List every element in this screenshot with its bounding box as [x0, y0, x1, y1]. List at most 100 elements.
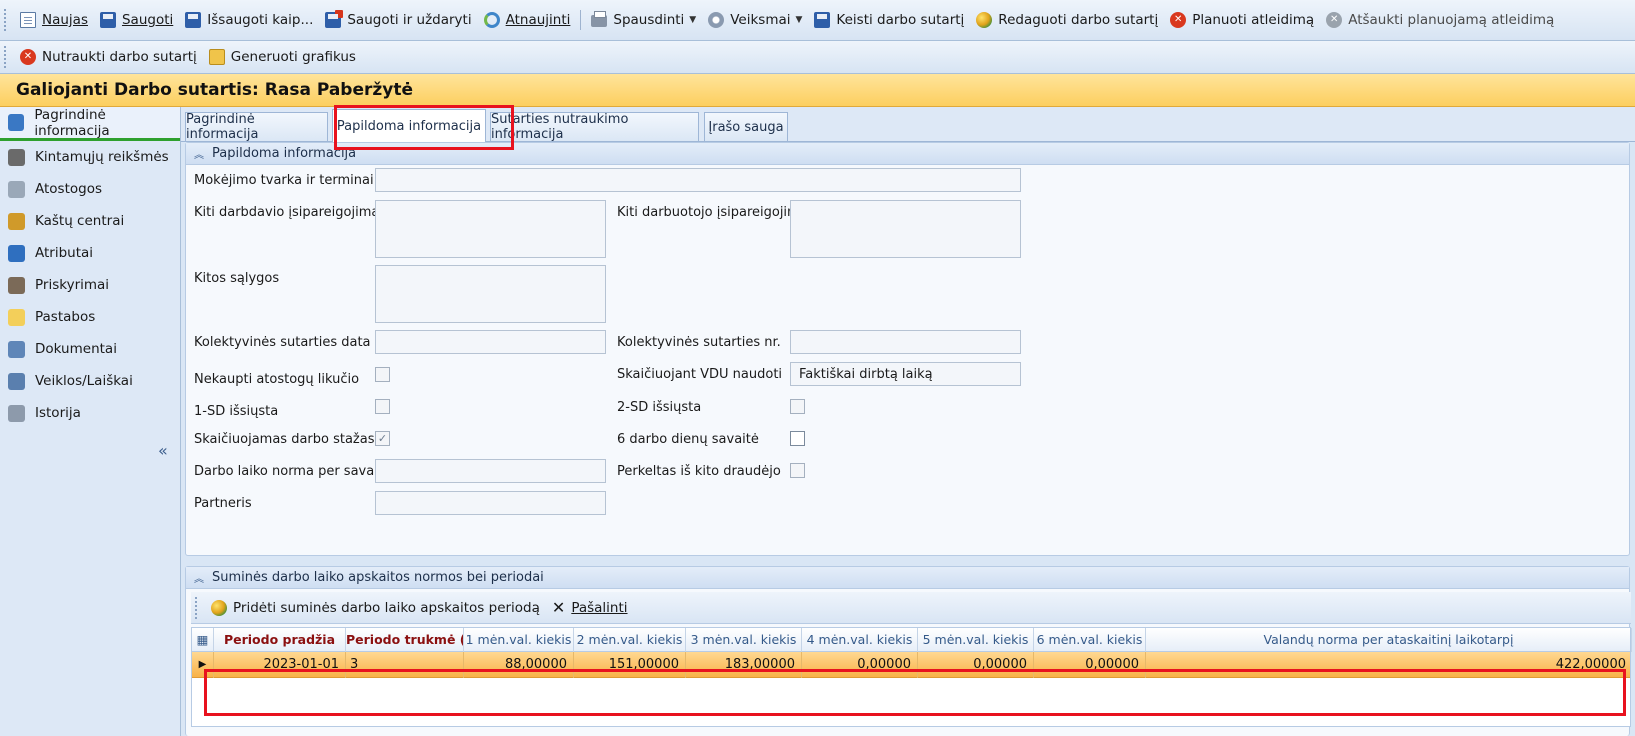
sidebar-item-cost-centers[interactable]: Kaštų centrai: [0, 205, 180, 237]
toolbar-grip[interactable]: [4, 46, 8, 68]
seniority-checkbox[interactable]: ✓: [375, 431, 390, 446]
collective-nr-label: Kolektyvinės sutarties nr.: [617, 335, 781, 350]
weekly-norm-label: Darbo laiko norma per savaitę: [194, 464, 391, 479]
column-header[interactable]: 5 mėn.val. kiekis: [918, 628, 1034, 652]
edit-contract-icon: [976, 12, 993, 28]
remove-period-button[interactable]: ✕ Pašalinti: [546, 594, 634, 622]
column-header[interactable]: 4 mėn.val. kiekis: [802, 628, 918, 652]
column-header[interactable]: 1 mėn.val. kiekis: [464, 628, 574, 652]
edit-contract-button[interactable]: Redaguoti darbo sutartį: [970, 6, 1164, 34]
table-cell[interactable]: 0,00000: [802, 652, 918, 678]
sidebar-item-label: Kaštų centrai: [35, 213, 125, 229]
table-cell[interactable]: 2023-01-01: [214, 652, 346, 678]
employee-obligations-input[interactable]: [790, 200, 1021, 258]
employer-obligations-input[interactable]: [375, 200, 606, 258]
sidebar-item-attributes[interactable]: Atributai: [0, 237, 180, 269]
table-cell[interactable]: 183,00000: [686, 652, 802, 678]
table-cell[interactable]: 0,00000: [918, 652, 1034, 678]
column-header[interactable]: 2 mėn.val. kiekis: [574, 628, 686, 652]
group-header[interactable]: ︽ Papildoma informacija: [186, 143, 1629, 165]
sidebar-item-activities-letters[interactable]: Veiklos/Laiškai: [0, 365, 180, 397]
group-header[interactable]: ︽ Suminės darbo laiko apskaitos normos be…: [186, 567, 1629, 589]
new-document-icon: [20, 12, 36, 28]
change-contract-icon: [814, 12, 831, 28]
notes-icon: [8, 308, 25, 326]
table-cell[interactable]: 3: [346, 652, 464, 678]
column-header[interactable]: 3 mėn.val. kiekis: [686, 628, 802, 652]
generate-schedules-button[interactable]: Generuoti grafikus: [203, 43, 362, 71]
table-cell[interactable]: 88,00000: [464, 652, 574, 678]
partner-input[interactable]: [375, 491, 606, 515]
table-cell[interactable]: 422,00000: [1146, 652, 1632, 678]
add-period-icon: [211, 599, 227, 616]
save-as-button[interactable]: Išsaugoti kaip...: [179, 6, 319, 34]
table-cell[interactable]: 151,00000: [574, 652, 686, 678]
table-row[interactable]: ▶ 2023-01-01 3 88,00000 151,00000 183,00…: [192, 652, 1630, 678]
save-button[interactable]: Saugoti: [94, 6, 179, 34]
sidebar-item-main-info[interactable]: Pagrindinė informacija: [0, 107, 180, 141]
transferred-checkbox[interactable]: [790, 463, 805, 478]
add-period-button[interactable]: Pridėti suminės darbo laiko apskaitos pe…: [205, 594, 546, 622]
column-header[interactable]: Periodo pradžia: [214, 628, 346, 652]
sidebar-item-vacations[interactable]: Atostogos: [0, 173, 180, 205]
column-header[interactable]: 6 mėn.val. kiekis: [1034, 628, 1146, 652]
sd1-sent-checkbox[interactable]: [375, 399, 390, 414]
save-close-icon: [325, 10, 344, 28]
main-info-icon: [8, 114, 25, 131]
sidebar-item-label: Dokumentai: [35, 341, 117, 357]
new-button[interactable]: Naujas: [14, 6, 94, 34]
collapse-sidebar-button[interactable]: «: [158, 441, 168, 460]
tab-additional-info[interactable]: Papildoma informacija: [332, 109, 486, 142]
refresh-button[interactable]: Atnaujinti: [478, 6, 577, 34]
weekly-norm-input[interactable]: [375, 459, 606, 483]
collective-nr-input[interactable]: [790, 330, 1021, 354]
sidebar-item-variable-values[interactable]: Kintamųjų reikšmės: [0, 141, 180, 173]
grid-header: ▦ Periodo pradžia Periodo trukmė ( 1 mėn…: [192, 628, 1632, 652]
actions-button[interactable]: Veiksmai ▼: [702, 6, 808, 34]
change-contract-button[interactable]: Keisti darbo sutartį: [808, 6, 970, 34]
column-header[interactable]: Periodo trukmė (: [346, 628, 464, 652]
page-title: Galiojanti Darbo sutartis: Rasa Paberžyt…: [16, 80, 414, 100]
documents-icon: [8, 340, 25, 358]
main-toolbar: Naujas Saugoti Išsaugoti kaip... Saugoti…: [0, 0, 1635, 41]
payment-order-input[interactable]: [375, 168, 1021, 192]
six-day-week-checkbox[interactable]: [790, 431, 805, 446]
sidebar-item-label: Kintamųjų reikšmės: [35, 149, 169, 165]
other-conditions-input[interactable]: [375, 265, 606, 323]
save-icon: [99, 12, 116, 28]
sidebar-item-history[interactable]: Istorija: [0, 397, 180, 429]
terminate-contract-button[interactable]: Nutraukti darbo sutartį: [14, 43, 203, 71]
sidebar-item-notes[interactable]: Pastabos: [0, 301, 180, 333]
table-cell[interactable]: 0,00000: [1034, 652, 1146, 678]
seniority-label: Skaičiuojamas darbo stažas: [194, 432, 375, 447]
payment-order-label: Mokėjimo tvarka ir terminai: [194, 173, 374, 188]
group-title: Suminės darbo laiko apskaitos normos bei…: [212, 570, 544, 585]
group-title: Papildoma informacija: [212, 146, 357, 161]
periods-grid: ▦ Periodo pradžia Periodo trukmė ( 1 mėn…: [191, 627, 1632, 727]
vdu-use-label: Skaičiuojant VDU naudoti: [617, 367, 783, 382]
print-button[interactable]: Spausdinti ▼: [585, 6, 702, 34]
save-close-button[interactable]: Saugoti ir uždaryti: [319, 6, 477, 34]
other-conditions-label: Kitos sąlygos: [194, 271, 280, 286]
plan-dismissal-button[interactable]: Planuoti atleidimą: [1164, 6, 1320, 34]
toolbar-grip[interactable]: [4, 9, 8, 31]
chevron-down-icon: ▼: [795, 15, 803, 25]
sidebar-item-assignments[interactable]: Priskyrimai: [0, 269, 180, 301]
vdu-method-select[interactable]: Faktiškai dirbtą laiką: [790, 362, 1021, 386]
sidebar: Pagrindinė informacija Kintamųjų reikšmės…: [0, 107, 181, 736]
collective-date-input[interactable]: [375, 330, 606, 354]
grid-settings-icon[interactable]: ▦: [192, 628, 214, 652]
no-leave-balance-checkbox[interactable]: [375, 367, 390, 382]
additional-info-group: ︽ Papildoma informacija Mokėjimo tvarka i…: [185, 142, 1630, 556]
sd2-sent-checkbox[interactable]: [790, 399, 805, 414]
cancel-dismissal-button[interactable]: Atšaukti planuojamą atleidimą: [1320, 6, 1560, 34]
sd1-sent-label: 1-SD išsiųsta: [194, 404, 279, 419]
sidebar-item-label: Pastabos: [35, 309, 96, 325]
toolbar-grip[interactable]: [195, 596, 199, 619]
tab-termination-info[interactable]: Sutarties nutraukimo informacija: [490, 112, 699, 142]
tab-main-info[interactable]: Pagrindinė informacija: [185, 112, 328, 142]
printer-icon: [591, 11, 608, 27]
column-header[interactable]: Valandų norma per ataskaitinį laikotarpį: [1146, 628, 1632, 652]
tab-record-security[interactable]: Įrašo sauga: [704, 112, 788, 141]
sidebar-item-documents[interactable]: Dokumentai: [0, 333, 180, 365]
